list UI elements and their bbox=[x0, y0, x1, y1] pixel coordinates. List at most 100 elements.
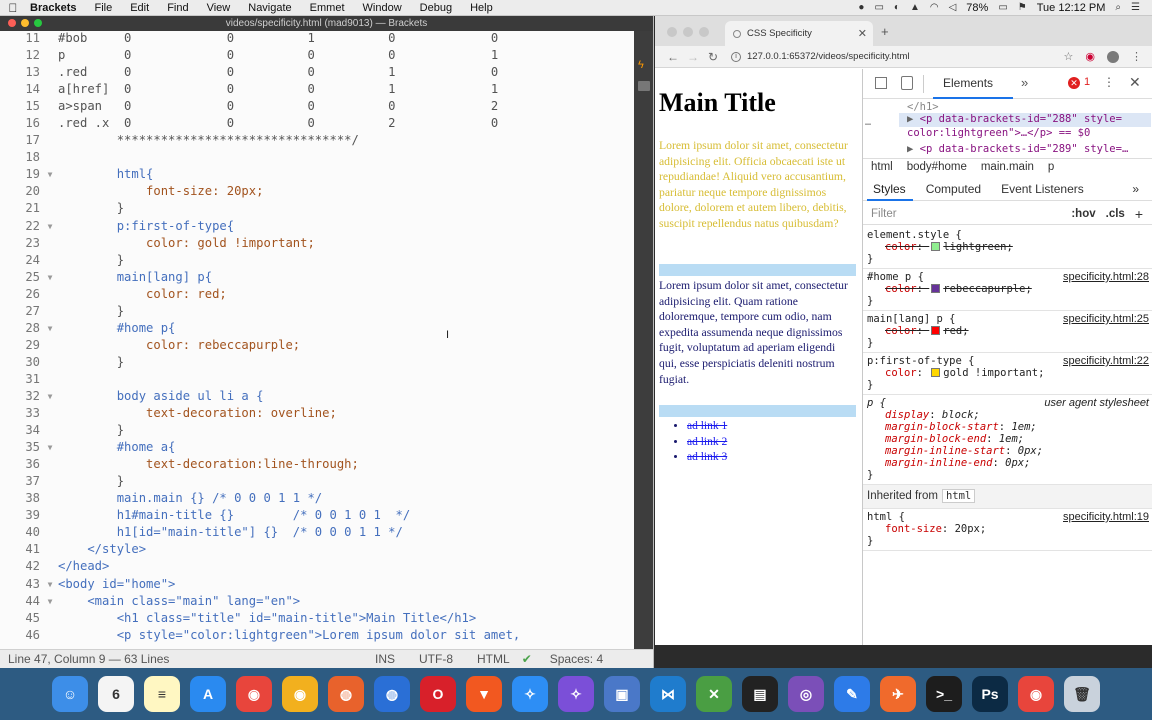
code-line[interactable]: 23 color: gold !important; bbox=[0, 235, 634, 252]
code-text[interactable]: .red .x 0 0 0 2 0 bbox=[58, 115, 634, 132]
color-swatch-icon[interactable] bbox=[931, 242, 941, 251]
css-declaration[interactable]: font-size: 20px; bbox=[867, 523, 1149, 535]
property-name[interactable]: margin-block-end bbox=[885, 433, 986, 445]
code-text[interactable]: </head> bbox=[58, 558, 634, 575]
tableplus-icon[interactable]: ▤ bbox=[742, 676, 778, 712]
dom-node[interactable]: ▶ <p data-brackets-id="289" style=… bbox=[907, 143, 1128, 155]
css-declaration[interactable]: color: red; bbox=[867, 325, 1149, 337]
close-devtools-icon[interactable]: ✕ bbox=[1129, 74, 1141, 91]
ad-link[interactable]: ad link 2 bbox=[687, 436, 727, 448]
lint-ok-icon[interactable]: ✔ bbox=[522, 652, 532, 666]
visual-studio-icon[interactable]: ⋈ bbox=[650, 676, 686, 712]
code-text[interactable]: color: gold !important; bbox=[58, 235, 634, 252]
property-name[interactable]: color bbox=[885, 283, 917, 295]
wifi-icon[interactable]: ◠ bbox=[930, 2, 939, 13]
devtools-menu-icon[interactable]: ⋮ bbox=[1103, 75, 1115, 89]
color-swatch-icon[interactable] bbox=[931, 326, 941, 335]
code-line[interactable]: 12 p 0 0 0 0 1 bbox=[0, 47, 634, 64]
notification-center-icon[interactable]: ☰ bbox=[1131, 2, 1140, 13]
fold-toggle-icon[interactable]: ▼ bbox=[42, 320, 58, 337]
code-text[interactable]: html{ bbox=[58, 166, 634, 183]
code-line[interactable]: 41 </style> bbox=[0, 541, 634, 558]
battery-icon[interactable]: ▭ bbox=[998, 2, 1007, 13]
code-line[interactable]: 30 } bbox=[0, 354, 634, 371]
style-rule[interactable]: p:first-of-type {specificity.html:22 colo… bbox=[863, 353, 1152, 395]
property-value[interactable]: 0px; bbox=[1005, 457, 1030, 469]
code-line[interactable]: 32 ▼ body aside ul li a { bbox=[0, 388, 634, 405]
chrome-close-button[interactable] bbox=[667, 27, 677, 37]
new-rule-icon[interactable]: + bbox=[1135, 206, 1152, 222]
code-line[interactable]: 35 ▼ #home a{ bbox=[0, 439, 634, 456]
menu-edit[interactable]: Edit bbox=[121, 2, 158, 14]
sync-icon[interactable]: ◐ bbox=[894, 2, 900, 13]
firefox-dev-icon[interactable]: ◍ bbox=[374, 676, 410, 712]
chrome-minimize-button[interactable] bbox=[683, 27, 693, 37]
code-text[interactable]: main.main {} /* 0 0 0 1 1 */ bbox=[58, 490, 634, 507]
code-text[interactable]: } bbox=[58, 473, 634, 490]
chrome-zoom-button[interactable] bbox=[699, 27, 709, 37]
property-name[interactable]: margin-block-start bbox=[885, 421, 999, 433]
property-name[interactable]: display bbox=[885, 409, 929, 421]
breadcrumb-p[interactable]: p bbox=[1048, 161, 1054, 173]
rule-source-link[interactable]: specificity.html:22 bbox=[1063, 355, 1149, 367]
bookmark-star-icon[interactable]: ☆ bbox=[1064, 50, 1074, 63]
more-panes-icon[interactable]: » bbox=[1132, 182, 1152, 196]
property-value[interactable]: 1em; bbox=[1011, 421, 1036, 433]
code-text[interactable]: <main class="main" lang="en"> bbox=[58, 593, 634, 610]
dom-node-continued[interactable]: color:lightgreen">…</p> == $0 bbox=[907, 127, 1090, 139]
property-value[interactable]: rebeccapurple; bbox=[943, 283, 1032, 295]
error-count[interactable]: 1 bbox=[1084, 76, 1090, 88]
code-text[interactable]: } bbox=[58, 200, 634, 217]
code-line[interactable]: 28 ▼ #home p{ bbox=[0, 320, 634, 337]
code-text[interactable]: main[lang] p{ bbox=[58, 269, 634, 286]
firefox-icon[interactable]: ◍ bbox=[328, 676, 364, 712]
code-line[interactable]: 25 ▼ main[lang] p{ bbox=[0, 269, 634, 286]
code-line[interactable]: 33 text-decoration: overline; bbox=[0, 405, 634, 422]
code-text[interactable]: <body id="home"> bbox=[58, 576, 634, 593]
volume-icon[interactable]: ◁ bbox=[949, 2, 957, 13]
postman-icon[interactable]: ✈ bbox=[880, 676, 916, 712]
property-name[interactable]: color bbox=[885, 367, 917, 379]
terminal-icon[interactable]: >_ bbox=[926, 676, 962, 712]
property-value[interactable]: block; bbox=[942, 409, 980, 421]
code-text[interactable]: <p style="color:lightgreen">Lorem ipsum … bbox=[58, 627, 634, 644]
encoding-select[interactable]: UTF-8 bbox=[407, 652, 465, 666]
menu-window[interactable]: Window bbox=[354, 2, 411, 14]
extension-icon[interactable]: ◉ bbox=[1085, 50, 1095, 63]
code-lines[interactable]: 11 #bob 0 0 1 0 0 12 p 0 0 0 0 1 13 .red 0 0 … bbox=[0, 31, 634, 644]
expand-triangle-icon[interactable]: ▶ bbox=[907, 143, 920, 155]
back-icon[interactable]: ← bbox=[663, 50, 683, 64]
style-rule[interactable]: element.style {color: lightgreen;} bbox=[863, 227, 1152, 269]
tab-styles[interactable]: Styles bbox=[863, 182, 916, 196]
address-bar[interactable]: i 127.0.0.1:65372/videos/specificity.htm… bbox=[731, 51, 909, 62]
spotlight-icon[interactable]: ⌕ bbox=[1115, 2, 1121, 13]
color-swatch-icon[interactable] bbox=[931, 368, 941, 377]
code-text[interactable]: a[href] 0 0 0 1 1 bbox=[58, 81, 634, 98]
reload-icon[interactable]: ↻ bbox=[703, 50, 723, 64]
property-value[interactable]: red; bbox=[943, 325, 968, 337]
code-line[interactable]: 13 .red 0 0 0 1 0 bbox=[0, 64, 634, 81]
property-value[interactable]: 1em; bbox=[999, 433, 1024, 445]
minimize-window-button[interactable] bbox=[21, 19, 29, 27]
code-line[interactable]: 15 a>span 0 0 0 0 2 bbox=[0, 98, 634, 115]
code-line[interactable]: 17 ********************************/ bbox=[0, 132, 634, 149]
code-text[interactable]: body aside ul li a { bbox=[58, 388, 634, 405]
screen-icon[interactable]: ▭ bbox=[874, 2, 883, 13]
code-text[interactable]: color: red; bbox=[58, 286, 634, 303]
address-text[interactable]: 127.0.0.1:65372/videos/specificity.html bbox=[747, 51, 909, 62]
style-rule[interactable]: html {specificity.html:19 font-size: 20px… bbox=[863, 509, 1152, 551]
ad-link[interactable]: ad link 1 bbox=[687, 420, 727, 432]
close-tab-icon[interactable]: ✕ bbox=[858, 27, 867, 40]
chrome-icon[interactable]: ◉ bbox=[236, 676, 272, 712]
profile-avatar[interactable] bbox=[1107, 50, 1119, 63]
menu-find[interactable]: Find bbox=[158, 2, 197, 14]
code-line[interactable]: 42 </head> bbox=[0, 558, 634, 575]
code-text[interactable]: <h1 class="title" id="main-title">Main T… bbox=[58, 610, 634, 627]
style-rule[interactable]: main[lang] p {specificity.html:25 color: … bbox=[863, 311, 1152, 353]
chrome-2-icon[interactable]: ◉ bbox=[1018, 676, 1054, 712]
inspect-element-icon[interactable] bbox=[875, 77, 887, 89]
code-text[interactable]: #home p{ bbox=[58, 320, 634, 337]
code-line[interactable]: 14 a[href] 0 0 0 1 1 bbox=[0, 81, 634, 98]
code-line[interactable]: 44 ▼ <main class="main" lang="en"> bbox=[0, 593, 634, 610]
code-line[interactable]: 20 font-size: 20px; bbox=[0, 183, 634, 200]
